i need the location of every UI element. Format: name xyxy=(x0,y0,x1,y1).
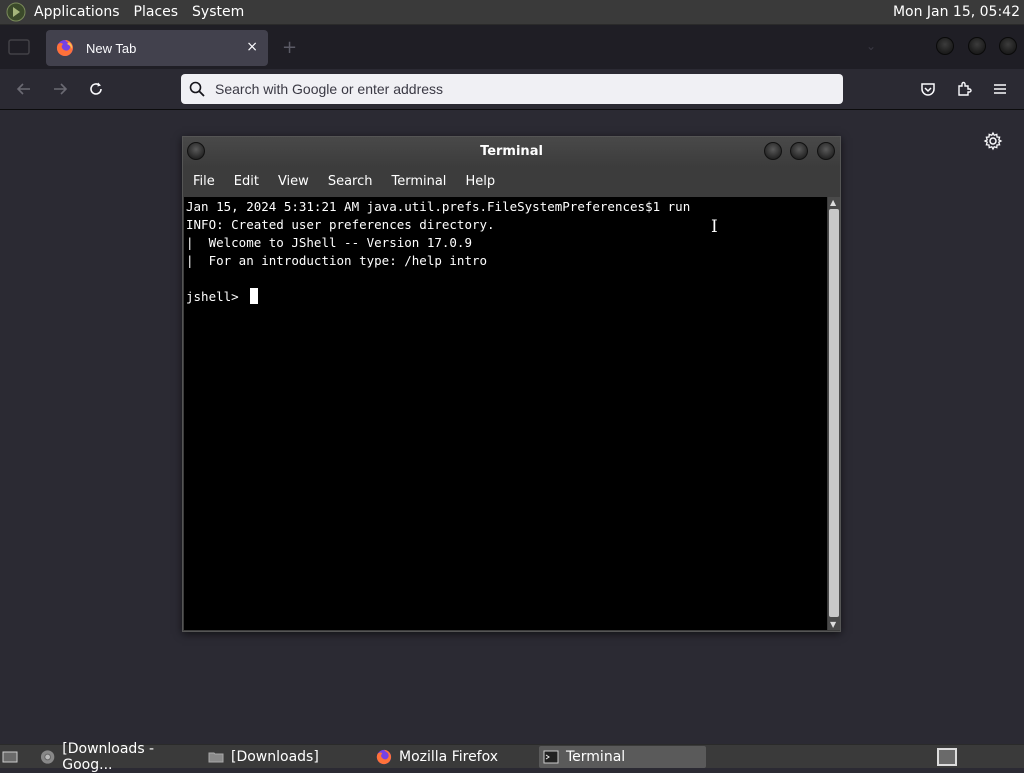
arrow-left-icon xyxy=(16,83,30,95)
taskbar-item-label: Mozilla Firefox xyxy=(399,749,499,765)
terminal-prompt-line: jshell> xyxy=(186,288,827,306)
terminal-close-button[interactable] xyxy=(817,142,835,160)
terminal-screen[interactable]: Jan 15, 2024 5:31:21 AM java.util.prefs.… xyxy=(184,197,827,630)
desktop-icon xyxy=(2,751,18,763)
new-tab-button[interactable]: + xyxy=(282,37,297,58)
pocket-icon xyxy=(921,83,935,96)
terminal-line: | For an introduction type: /help intro xyxy=(186,253,488,268)
scroll-down-arrow-icon[interactable]: ▼ xyxy=(830,620,836,629)
tab-overflow-chevron-icon[interactable]: ⌄ xyxy=(866,39,876,53)
reload-icon xyxy=(90,82,102,95)
scroll-up-arrow-icon[interactable]: ▲ xyxy=(830,198,836,207)
taskbar-item-label: [Downloads - Goog... xyxy=(62,741,155,773)
gear-icon[interactable] xyxy=(983,131,1003,151)
terminal-menu-edit[interactable]: Edit xyxy=(234,174,259,189)
taskbar-item-label: Terminal xyxy=(566,749,626,765)
tab-new-tab[interactable]: New Tab × xyxy=(46,30,268,66)
window-minimize-button[interactable] xyxy=(936,37,954,55)
bottom-taskbar: [Downloads - Goog... [Downloads] Mozilla… xyxy=(0,741,1024,773)
window-maximize-button[interactable] xyxy=(968,37,986,55)
terminal-title: Terminal xyxy=(480,144,543,159)
terminal-scrollbar-thumb[interactable] xyxy=(829,209,839,617)
firefox-icon xyxy=(376,749,392,765)
terminal-cursor xyxy=(250,288,259,304)
terminal-menu-view[interactable]: View xyxy=(278,174,309,189)
gnome-foot-icon[interactable] xyxy=(5,1,27,23)
url-bar[interactable] xyxy=(181,74,843,104)
window-close-button[interactable] xyxy=(999,37,1017,55)
hamburger-icon xyxy=(994,84,1006,94)
terminal-menu-file[interactable]: File xyxy=(193,174,215,189)
browser-nav-bar xyxy=(0,69,1024,110)
extensions-button[interactable] xyxy=(954,79,974,99)
terminal-prompt: jshell> xyxy=(186,289,247,304)
search-icon xyxy=(189,81,205,97)
terminal-minimize-button[interactable] xyxy=(764,142,782,160)
tab-close-icon[interactable]: × xyxy=(246,39,258,55)
reload-button[interactable] xyxy=(86,79,106,99)
terminal-menu-terminal[interactable]: Terminal xyxy=(391,174,446,189)
terminal-scrollbar[interactable]: ▲ ▼ xyxy=(828,197,840,630)
back-button[interactable] xyxy=(14,79,34,99)
ibeam-cursor-icon: I xyxy=(711,217,718,237)
taskbar-item-firefox[interactable]: Mozilla Firefox xyxy=(372,746,536,768)
top-panel: Applications Places System Mon Jan 15, 0… xyxy=(0,0,1024,25)
terminal-line: Jan 15, 2024 5:31:21 AM java.util.prefs.… xyxy=(186,199,691,214)
terminal-menu-help[interactable]: Help xyxy=(465,174,495,189)
taskbar-item-terminal[interactable]: Terminal xyxy=(539,746,706,768)
terminal-icon xyxy=(543,750,559,764)
show-desktop-button[interactable] xyxy=(0,746,25,768)
menu-system[interactable]: System xyxy=(192,4,244,20)
terminal-menubar: File Edit View Search Terminal Help xyxy=(183,167,840,195)
firefox-icon xyxy=(56,40,73,56)
clock[interactable]: Mon Jan 15, 05:42 xyxy=(893,4,1020,20)
menu-places[interactable]: Places xyxy=(134,4,179,20)
terminal-window[interactable]: Terminal File Edit View Search Terminal … xyxy=(182,136,841,632)
puzzle-icon xyxy=(958,81,972,96)
terminal-line: | Welcome to JShell -- Version 17.0.9 xyxy=(186,235,472,250)
arrow-right-icon xyxy=(54,83,68,95)
terminal-line: INFO: Created user preferences directory… xyxy=(186,217,495,232)
taskbar-item-downloads-folder[interactable]: [Downloads] xyxy=(204,746,368,768)
taskbar-item-label: [Downloads] xyxy=(231,749,319,765)
pocket-button[interactable] xyxy=(918,79,938,99)
workspace-switcher[interactable] xyxy=(937,748,957,766)
folder-icon xyxy=(208,752,224,763)
terminal-menu-search[interactable]: Search xyxy=(328,174,373,189)
taskbar-item-chrome-downloads[interactable]: [Downloads - Goog... xyxy=(36,741,202,773)
chrome-icon xyxy=(40,750,55,764)
forward-button[interactable] xyxy=(50,79,70,99)
tab-list-icon[interactable] xyxy=(8,38,30,56)
app-menu-button[interactable] xyxy=(990,79,1010,99)
browser-tab-bar: New Tab × + ⌄ xyxy=(0,25,1024,69)
address-input[interactable] xyxy=(215,81,815,97)
menu-applications[interactable]: Applications xyxy=(34,4,120,20)
tab-title: New Tab xyxy=(86,40,137,56)
terminal-maximize-button[interactable] xyxy=(790,142,808,160)
terminal-titlebar[interactable]: Terminal xyxy=(183,137,840,167)
